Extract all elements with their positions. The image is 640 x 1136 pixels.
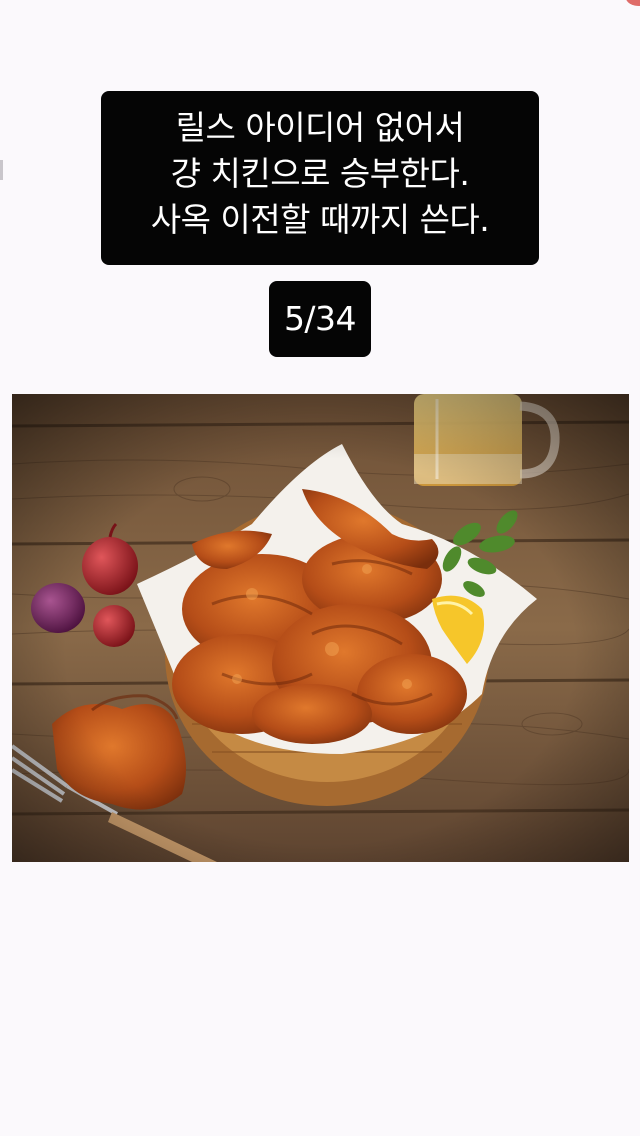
edge-decoration xyxy=(0,160,3,180)
caption-box: 릴스 아이디어 없어서 걍 치킨으로 승부한다. 사옥 이전할 때까지 쓴다. xyxy=(101,91,539,265)
chicken-photo xyxy=(12,394,629,862)
caption-line-3: 사옥 이전할 때까지 쓴다. xyxy=(150,200,490,239)
caption-line-1: 릴스 아이디어 없어서 xyxy=(175,108,465,147)
page-counter: 5/34 xyxy=(269,281,371,357)
corner-decoration xyxy=(626,0,640,6)
caption-line-2: 걍 치킨으로 승부한다. xyxy=(170,154,470,193)
